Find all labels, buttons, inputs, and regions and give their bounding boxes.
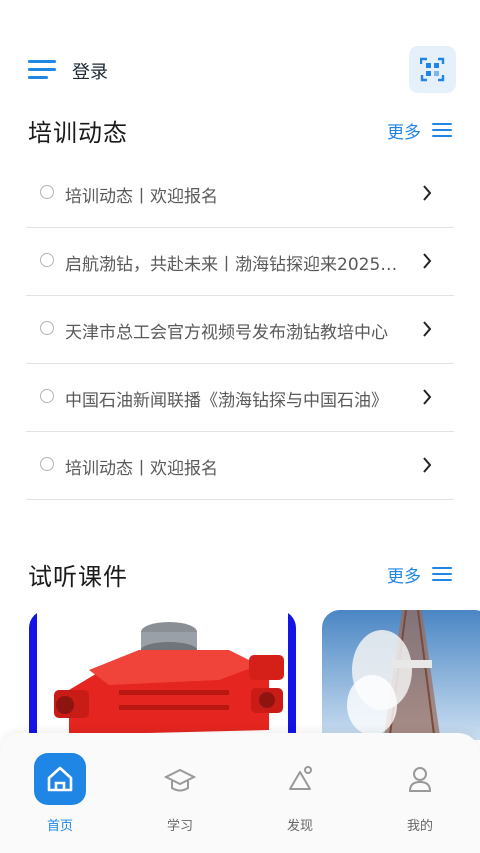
tab-study-label: 学习 xyxy=(166,819,193,834)
hamburger-menu-icon[interactable] xyxy=(28,60,56,80)
tab-mine[interactable]: 我的 xyxy=(360,733,480,843)
courses-section-title: 试听课件 xyxy=(28,563,128,591)
login-link[interactable]: 登录 xyxy=(72,58,108,84)
discover-icon xyxy=(274,753,326,805)
tab-mine-label: 我的 xyxy=(406,819,433,834)
news-item-title: 中国石油新闻联播《渤海钻探与中国石油》 xyxy=(65,391,388,411)
radio-circle-icon xyxy=(40,389,54,403)
news-item-title: 启航渤钻，共赴未来丨渤海钻探迎来2025届新员工 xyxy=(65,255,401,275)
bottom-tab-bar: 首页 学习 发现 我的 xyxy=(0,733,480,853)
course-card-1[interactable] xyxy=(29,610,296,740)
news-item-5[interactable]: 培训动态丨欢迎报名 xyxy=(26,432,454,500)
tab-discover-label: 发现 xyxy=(286,819,313,834)
chevron-right-icon xyxy=(423,185,432,201)
news-section-title: 培训动态 xyxy=(28,119,128,147)
news-item-3[interactable]: 天津市总工会官方视频号发布渤钻教培中心 xyxy=(26,296,454,364)
news-item-title: 培训动态丨欢迎报名 xyxy=(65,187,218,207)
user-icon xyxy=(394,753,446,805)
scan-qr-icon xyxy=(420,57,445,82)
tab-study[interactable]: 学习 xyxy=(120,733,240,843)
course-thumbnail-drilling-rig xyxy=(322,610,480,740)
tab-discover[interactable]: 发现 xyxy=(240,733,360,843)
news-item-title: 培训动态丨欢迎报名 xyxy=(65,459,218,479)
chevron-right-icon xyxy=(423,457,432,473)
chevron-right-icon xyxy=(423,389,432,405)
radio-circle-icon xyxy=(40,185,54,199)
radio-circle-icon xyxy=(40,321,54,335)
courses-more-list-icon[interactable] xyxy=(432,567,452,581)
chevron-right-icon xyxy=(423,321,432,337)
course-carousel[interactable] xyxy=(0,610,480,740)
radio-circle-icon xyxy=(40,253,54,267)
tab-home-label: 首页 xyxy=(46,819,73,834)
news-item-title: 天津市总工会官方视频号发布渤钻教培中心 xyxy=(65,323,388,343)
news-item-2[interactable]: 启航渤钻，共赴未来丨渤海钻探迎来2025届新员工 xyxy=(26,228,454,296)
radio-circle-icon xyxy=(40,457,54,471)
news-more-link[interactable]: 更多 xyxy=(387,118,421,143)
news-more-list-icon[interactable] xyxy=(432,123,452,137)
course-card-2[interactable] xyxy=(322,610,480,740)
courses-more-link[interactable]: 更多 xyxy=(387,562,421,587)
home-icon xyxy=(34,753,86,805)
top-bar: 登录 xyxy=(0,44,480,96)
news-item-4[interactable]: 中国石油新闻联播《渤海钻探与中国石油》 xyxy=(26,364,454,432)
graduation-cap-icon xyxy=(154,753,206,805)
scan-button[interactable] xyxy=(409,46,456,93)
news-list: 培训动态丨欢迎报名 启航渤钻，共赴未来丨渤海钻探迎来2025届新员工 天津市总工… xyxy=(26,160,454,500)
news-item-1[interactable]: 培训动态丨欢迎报名 xyxy=(26,160,454,228)
course-thumbnail-blowout-preventer xyxy=(29,610,296,740)
tab-home[interactable]: 首页 xyxy=(0,733,120,843)
chevron-right-icon xyxy=(423,253,432,269)
